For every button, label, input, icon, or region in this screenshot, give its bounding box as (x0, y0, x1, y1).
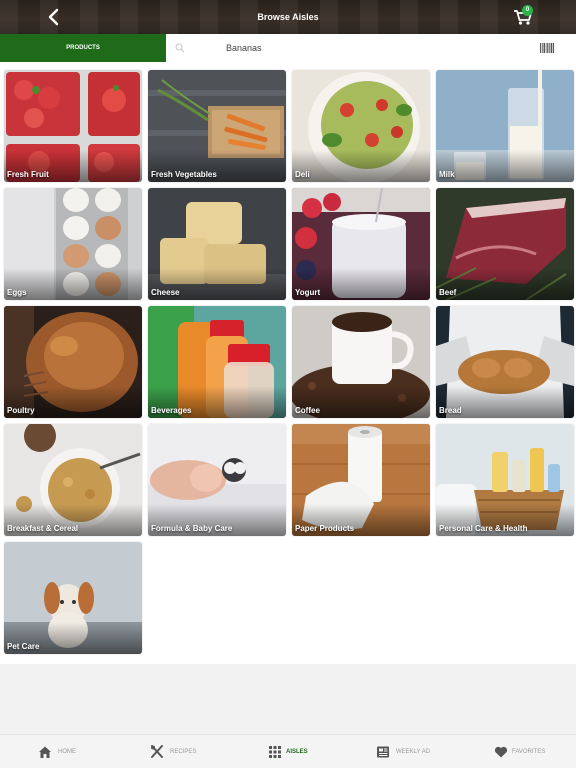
aisle-label: Cheese (151, 288, 180, 297)
tab-label: HOME (58, 749, 76, 755)
aisle-tile-pet-care[interactable]: Pet Care (4, 542, 142, 654)
products-tab[interactable]: PRODUCTS (0, 34, 166, 62)
aisle-label: Fresh Vegetables (151, 170, 217, 179)
aisle-label: Deli (295, 170, 310, 179)
aisle-tile-fresh-fruit[interactable]: Fresh Fruit (4, 70, 142, 182)
aisles-grid: Fresh Fruit Fresh Vegetables Deli Milk E… (0, 62, 576, 664)
aisle-tile-fresh-vegetables[interactable]: Fresh Vegetables (148, 70, 286, 182)
aisle-label: Fresh Fruit (7, 170, 49, 179)
aisle-tile-bread[interactable]: Bread (436, 306, 574, 418)
aisle-label: Breakfast & Cereal (7, 524, 79, 533)
page-title: Browse Aisles (257, 12, 319, 22)
aisle-tile-cheese[interactable]: Cheese (148, 188, 286, 300)
tab-recipes[interactable]: RECIPES (148, 735, 208, 768)
aisle-tile-paper-products[interactable]: Paper Products (292, 424, 430, 536)
tab-weekly-ad[interactable]: WEEKLY AD (374, 735, 444, 768)
aisle-tile-beverages[interactable]: Beverages (148, 306, 286, 418)
aisle-label: Beef (439, 288, 457, 297)
aisle-tile-coffee[interactable]: Coffee (292, 306, 430, 418)
search-input[interactable] (226, 39, 526, 57)
barcode-scan-icon[interactable] (540, 43, 554, 53)
aisle-label: Pet Care (7, 642, 40, 651)
aisle-label: Poultry (7, 406, 35, 415)
aisle-label: Beverages (151, 406, 192, 415)
aisle-label: Yogurt (295, 288, 321, 297)
aisle-tile-yogurt[interactable]: Yogurt (292, 188, 430, 300)
aisle-label: Formula & Baby Care (151, 524, 233, 533)
heart-icon (494, 746, 508, 758)
aisle-tile-deli[interactable]: Deli (292, 70, 430, 182)
search-bar: PRODUCTS (0, 34, 576, 62)
tab-label: WEEKLY AD (396, 749, 431, 755)
aisle-label: Personal Care & Health (439, 524, 528, 533)
aisle-tile-eggs[interactable]: Eggs (4, 188, 142, 300)
aisle-tile-beef[interactable]: Beef (436, 188, 574, 300)
tab-aisles[interactable]: AISLES (266, 735, 326, 768)
tab-label: AISLES (286, 749, 308, 755)
bottom-tab-bar: HOME RECIPES AISLES WEEKLY AD FAVORITES (0, 734, 576, 768)
grid-icon (269, 746, 281, 758)
aisle-tile-breakfast-cereal[interactable]: Breakfast & Cereal (4, 424, 142, 536)
tab-label: FAVORITES (512, 749, 546, 755)
search-icon (175, 43, 185, 53)
newspaper-icon (377, 746, 389, 758)
aisle-label: Coffee (295, 406, 320, 415)
utensils-icon (151, 745, 163, 758)
aisle-tile-formula-baby-care[interactable]: Formula & Baby Care (148, 424, 286, 536)
home-icon (39, 746, 51, 758)
aisle-label: Eggs (7, 288, 27, 297)
aisle-tile-milk[interactable]: Milk (436, 70, 574, 182)
tab-home[interactable]: HOME (36, 735, 96, 768)
aisle-label: Bread (439, 406, 462, 415)
cart-count-badge: 0 (522, 5, 533, 16)
aisle-tile-personal-care-health[interactable]: Personal Care & Health (436, 424, 574, 536)
aisle-tile-poultry[interactable]: Poultry (4, 306, 142, 418)
aisle-label: Paper Products (295, 524, 355, 533)
aisle-label: Milk (439, 170, 455, 179)
tab-favorites[interactable]: FAVORITES (492, 735, 562, 768)
tab-label: RECIPES (170, 749, 197, 755)
